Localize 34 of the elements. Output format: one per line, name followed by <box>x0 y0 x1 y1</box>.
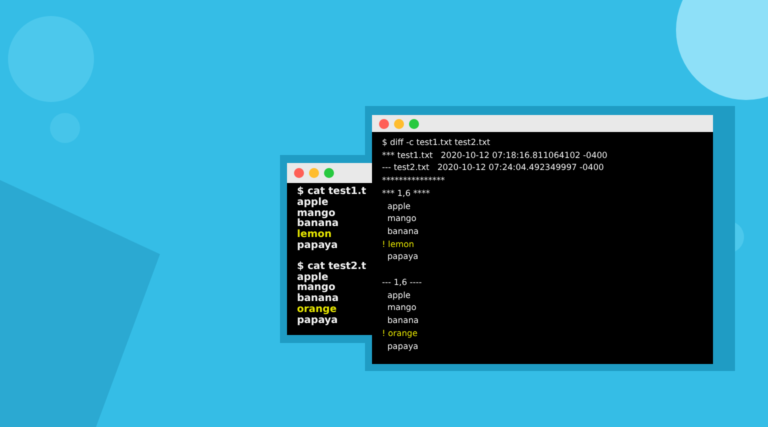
terminal-line: *************** <box>382 174 445 187</box>
terminal-line: orange <box>297 304 337 316</box>
terminal-line: banana <box>297 219 339 230</box>
terminal-line: banana <box>386 314 419 327</box>
terminal-line: papaya <box>297 240 338 252</box>
terminal-line: $ cat test2.t <box>297 262 366 272</box>
terminal-line: --- test2.txt 2020-10-12 07:24:04.492349997 -0400 <box>382 161 604 174</box>
terminal-line: ! orange <box>382 326 418 340</box>
terminal-line: mango <box>386 301 416 314</box>
terminal-line: mango <box>297 208 336 219</box>
minimize-button[interactable] <box>394 118 404 128</box>
terminal-line: papaya <box>386 340 418 352</box>
terminal-line: --- 1,6 ---- <box>382 276 422 289</box>
terminal-line: banana <box>297 294 339 305</box>
terminal-line: apple <box>297 272 328 284</box>
terminal-line: mango <box>386 212 416 225</box>
terminal-line: papaya <box>386 250 418 264</box>
terminal-line: $ diff -c test1.txt test2.txt <box>382 136 490 149</box>
terminal-line: $ cat test1.t <box>297 187 366 197</box>
terminal-line: lemon <box>297 230 332 241</box>
terminal-line: apple <box>297 198 328 209</box>
maximize-button[interactable] <box>409 118 419 128</box>
terminal-line: apple <box>386 288 411 302</box>
close-button[interactable] <box>294 168 304 178</box>
terminal-line: apple <box>386 200 411 212</box>
terminal-line: ! lemon <box>382 238 414 250</box>
terminal-line: *** 1,6 **** <box>382 186 430 200</box>
minimize-button[interactable] <box>309 168 319 178</box>
terminal-line: *** test1.txt 2020-10-12 07:18:16.811064102 -0400 <box>382 148 608 162</box>
terminal-line: mango <box>297 283 336 294</box>
maximize-button[interactable] <box>324 168 334 178</box>
close-button[interactable] <box>379 118 389 128</box>
terminal-line: banana <box>386 224 419 238</box>
terminal-line: papaya <box>297 316 338 327</box>
